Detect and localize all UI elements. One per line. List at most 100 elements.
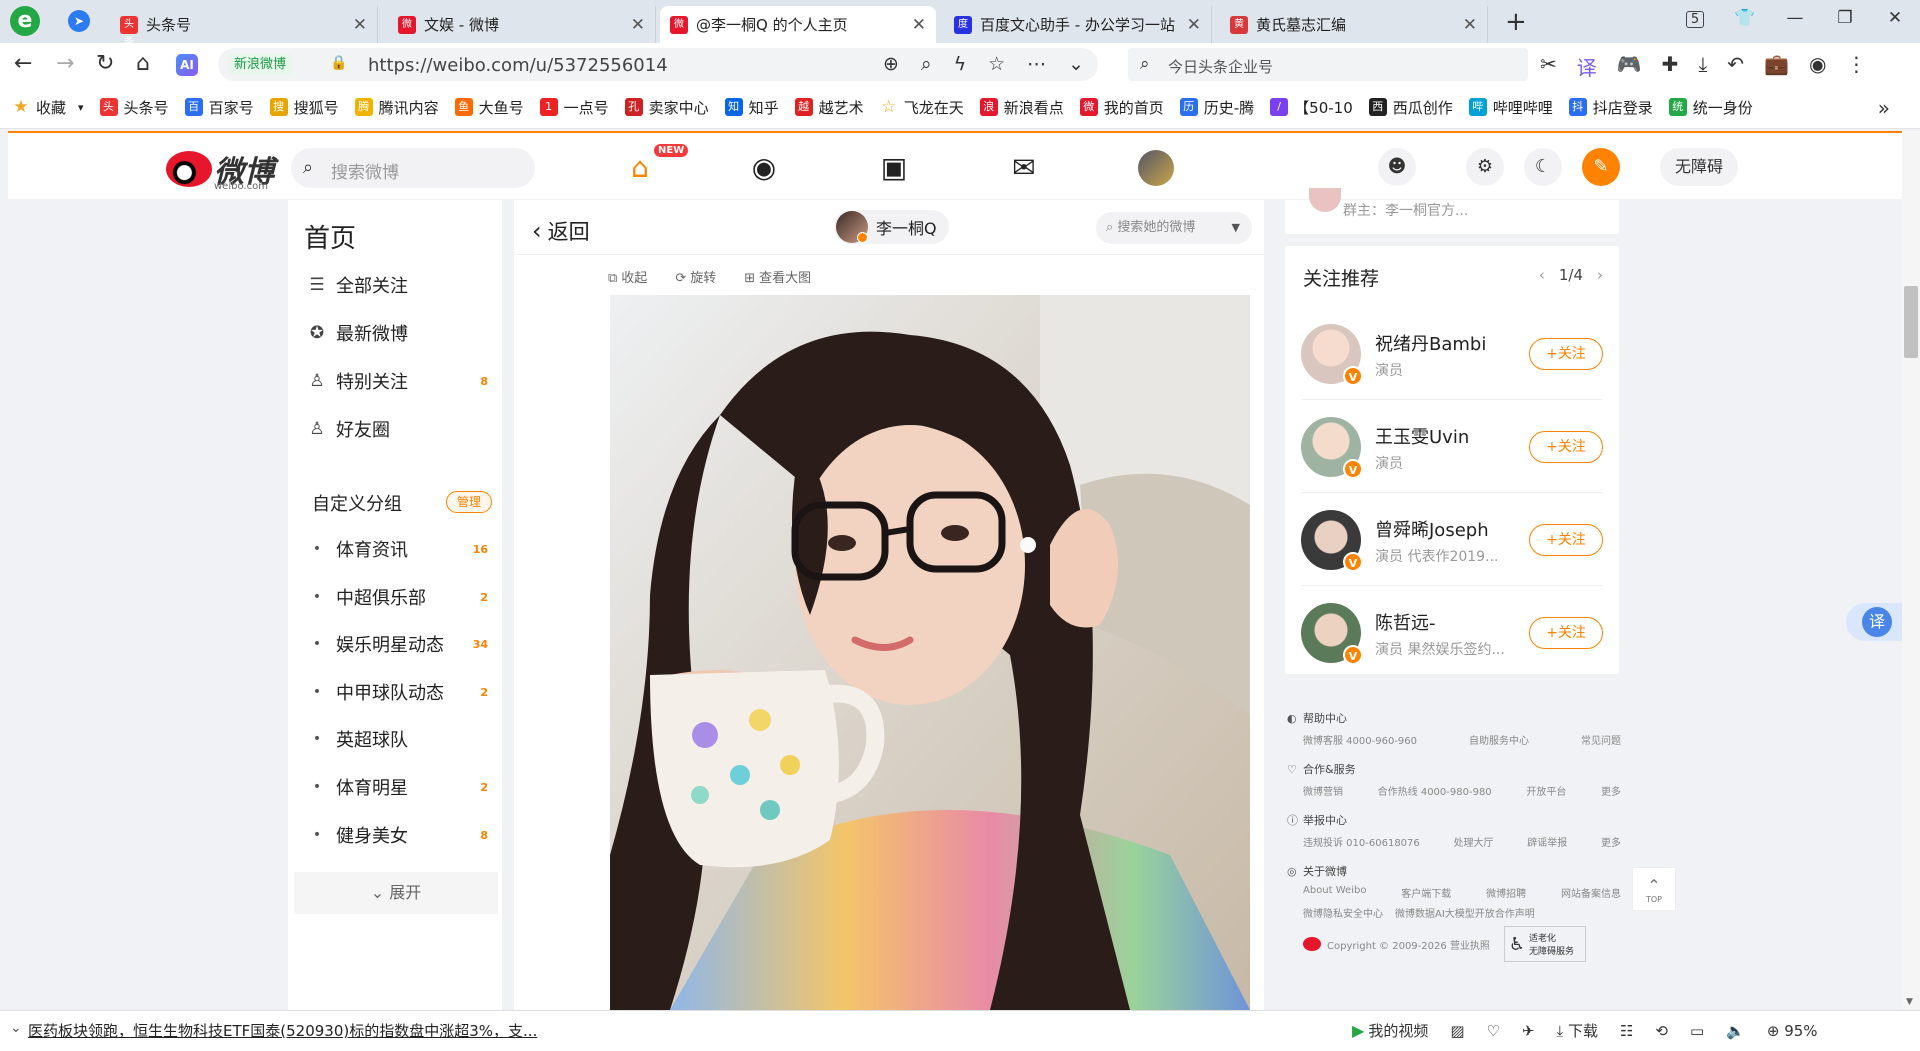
follow-button[interactable]: +关注	[1529, 524, 1603, 556]
footer-link[interactable]: 微博隐私安全中心	[1303, 905, 1383, 920]
puzzle-icon[interactable]: ✚	[1662, 52, 1679, 81]
nav-item-all-follow[interactable]: ☰ 全部关注	[306, 270, 496, 300]
bookmark-item[interactable]: 西西瓜创作	[1368, 97, 1453, 118]
star-icon[interactable]: ☆	[988, 53, 1005, 75]
undo-icon[interactable]: ↶	[1727, 52, 1744, 81]
close-icon[interactable]: ✕	[353, 15, 367, 35]
bookmark-item[interactable]: 搜搜狐号	[269, 97, 339, 118]
accessibility-button[interactable]: 无障碍	[1660, 148, 1738, 186]
group-item[interactable]: • 体育资讯 16	[306, 534, 496, 564]
bookmark-item[interactable]: / 【50-10	[1270, 97, 1353, 118]
footer-link[interactable]: 辟谣举报	[1527, 834, 1567, 849]
tab-user-profile[interactable]: 微 @李一桐Q 的个人主页 ✕	[660, 6, 936, 43]
weibo-logo[interactable]: 微博 weibo.com	[166, 147, 274, 192]
tab-huang-epitaph[interactable]: 黄 黄氏墓志汇编 ✕	[1220, 6, 1488, 43]
tab-toutiao[interactable]: 头条 头条号 ✕	[110, 6, 378, 48]
pinned-tab-icon[interactable]: ➤	[68, 10, 90, 32]
rocket-icon[interactable]: ✈	[1522, 1022, 1535, 1040]
minimize-button[interactable]: —	[1770, 0, 1820, 36]
user-weibo-search[interactable]: ⌕ 搜索她的微博 ▼	[1096, 212, 1252, 244]
nav-message-icon[interactable]: ✉	[1006, 150, 1042, 186]
nav-avatar[interactable]	[1138, 150, 1174, 186]
bookmark-item[interactable]: 浪新浪看点	[979, 97, 1064, 118]
close-icon[interactable]: ✕	[1187, 15, 1201, 35]
settings-gear-icon[interactable]: ⚙	[1466, 148, 1504, 186]
nav-video-icon[interactable]: ▣	[876, 150, 912, 186]
translate-ext-icon[interactable]: 译	[1577, 52, 1597, 81]
tab-count-button[interactable]: 5	[1670, 0, 1720, 36]
game-icon[interactable]: 🎮	[1617, 52, 1642, 81]
recommendation-item[interactable]: V 王玉雯Uvin 演员 +关注	[1301, 401, 1603, 493]
browser-search-box[interactable]: ⌕ 今日头条企业号	[1128, 48, 1528, 81]
close-icon[interactable]: ✕	[912, 15, 926, 35]
footer-link[interactable]: 客户端下载	[1401, 885, 1451, 900]
restore-button[interactable]: ❐	[1820, 0, 1870, 36]
more-icon[interactable]: ⋯	[1027, 53, 1046, 75]
footer-link[interactable]: 微博招聘	[1486, 885, 1526, 900]
back-to-top-button[interactable]: ⌃ TOP	[1632, 867, 1676, 911]
scrollbar-thumb[interactable]	[1904, 286, 1918, 358]
window-icon[interactable]: ▭	[1690, 1022, 1704, 1040]
collapse-button[interactable]: ⧉ 收起	[608, 267, 651, 286]
zoom-icon[interactable]: ⊕	[883, 53, 899, 75]
close-icon[interactable]: ✕	[631, 15, 645, 35]
home-icon[interactable]: ⌂	[136, 51, 150, 76]
chevron-down-icon[interactable]: ⌄	[1068, 53, 1084, 75]
footer-link[interactable]: 微博客服 4000-960-960	[1303, 732, 1417, 747]
footer-link[interactable]: 微博数据AI大模型开放合作声明	[1395, 905, 1535, 920]
weibo-search-input[interactable]: ⌕ 搜索微博	[291, 148, 535, 188]
sync-icon[interactable]: ⟲	[1655, 1022, 1668, 1040]
skin-icon[interactable]: 👕	[1720, 0, 1770, 36]
recommendation-item[interactable]: V 曾舜晞Joseph 演员 代表作2019... +关注	[1301, 494, 1603, 586]
bookmark-item[interactable]: 历历史-腾	[1179, 97, 1254, 118]
lightning-icon[interactable]: ϟ	[954, 53, 967, 75]
download-button[interactable]: ⤓ 下载	[1557, 1020, 1598, 1041]
news-ticker-link[interactable]: 医药板块领跑，恒生生物科技ETF国泰(520930)标的指数盘中涨超3%，支..…	[28, 1020, 537, 1041]
footer-link[interactable]: 更多	[1601, 783, 1621, 798]
site-identity-badge[interactable]: 新浪微博	[228, 54, 293, 75]
group-item[interactable]: • 健身美女 8	[306, 820, 496, 850]
nav-item-special[interactable]: ♙ 特别关注 8	[306, 366, 496, 396]
compose-button[interactable]: ✎	[1582, 148, 1620, 186]
footer-link[interactable]: 网站备案信息	[1561, 885, 1621, 900]
footer-link[interactable]: About Weibo	[1303, 885, 1366, 900]
zoom-control[interactable]: ⊕ 95%	[1767, 1022, 1818, 1040]
footer-link[interactable]: 合作热线 4000-980-980	[1378, 783, 1492, 798]
close-window-button[interactable]: ✕	[1870, 0, 1920, 36]
footer-link[interactable]: 开放平台	[1526, 783, 1566, 798]
ai-assistant-icon[interactable]: AI	[176, 54, 198, 76]
url-text[interactable]: https://weibo.com/u/5372556014	[368, 55, 668, 76]
briefcase-icon[interactable]: 💼	[1764, 52, 1789, 81]
close-icon[interactable]: ✕	[1463, 15, 1477, 35]
heart-icon[interactable]: ♡	[1487, 1022, 1500, 1040]
nav-hot-icon[interactable]: ◉	[746, 150, 782, 186]
bookmark-item[interactable]: 百百家号	[184, 97, 254, 118]
profile-user-chip[interactable]: 李一桐Q	[834, 210, 949, 244]
bookmark-item[interactable]: 微我的首页	[1079, 97, 1164, 118]
bookmark-item[interactable]: 孔卖家中心	[624, 97, 709, 118]
profile-icon[interactable]: ◉	[1809, 52, 1826, 81]
chevron-left-icon[interactable]: ‹	[1539, 266, 1545, 284]
download-icon[interactable]: ⤓	[1698, 52, 1707, 81]
recommendation-item[interactable]: V 陈哲远- 演员 果然娱乐签约... +关注	[1301, 587, 1603, 679]
recommendation-item[interactable]: V 祝绪丹Bambi 演员 +关注	[1301, 308, 1603, 400]
bookmark-item[interactable]: 腾腾讯内容	[354, 97, 439, 118]
image-icon[interactable]: ▨	[1450, 1022, 1464, 1040]
chevron-down-icon[interactable]: ⌄	[10, 1020, 22, 1036]
layers-icon[interactable]: ☷	[1620, 1022, 1633, 1040]
menu-icon[interactable]: ⋮	[1846, 52, 1866, 81]
more-bookmarks-icon[interactable]: »	[1878, 96, 1890, 120]
follow-button[interactable]: +关注	[1529, 338, 1603, 370]
new-tab-button[interactable]: +	[1505, 7, 1527, 37]
ai-robot-icon[interactable]: ☻	[1378, 148, 1416, 186]
rotate-button[interactable]: ⟳ 旋转	[675, 267, 720, 286]
group-item[interactable]: • 娱乐明星动态 34	[306, 629, 496, 659]
follow-button[interactable]: +关注	[1529, 431, 1603, 463]
lock-icon[interactable]: 🔒	[330, 55, 347, 71]
footer-link[interactable]: 微博营销	[1303, 783, 1343, 798]
reload-icon[interactable]: ↻	[96, 51, 114, 76]
bookmark-item[interactable]: 头头条号	[99, 97, 169, 118]
back-button[interactable]: ‹ 返回	[532, 216, 590, 246]
bookmark-item[interactable]: 抖抖店登录	[1568, 97, 1653, 118]
group-item[interactable]: • 中甲球队动态 2	[306, 677, 496, 707]
